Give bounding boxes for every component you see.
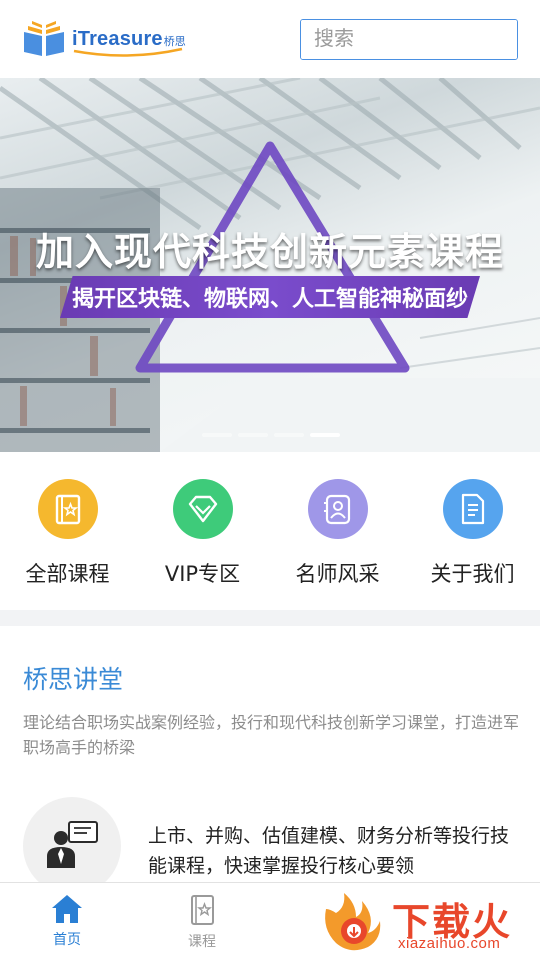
lecture-description: 理论结合职场实战案例经验，投行和现代科技创新学习课堂，打造进军职场高手的桥梁 [23, 713, 520, 757]
quick-nav: 全部课程 VIP专区 名师风采 关于我们 [0, 452, 540, 610]
section-divider [0, 610, 540, 626]
banner-ribbon: 揭开区块链、物联网、人工智能神秘面纱 [60, 276, 480, 318]
nav-about[interactable]: 关于我们 [405, 452, 540, 610]
carousel-dot[interactable] [274, 433, 304, 437]
tab-courses[interactable]: 课程 [167, 893, 237, 951]
nav-all-courses[interactable]: 全部课程 [0, 452, 135, 610]
book-star-icon [37, 479, 98, 539]
teacher-card-icon [307, 479, 368, 539]
app-header: iTreasure桥思 [0, 0, 540, 78]
watermark-url: xiazaihuo.com [398, 935, 501, 952]
carousel-dot[interactable] [238, 433, 268, 437]
search-input[interactable] [301, 20, 517, 59]
document-icon [442, 479, 503, 539]
nav-about-label: 关于我们 [430, 562, 515, 586]
book-logo-icon [24, 21, 64, 56]
search-bar [300, 19, 518, 60]
carousel-dot-active[interactable] [310, 433, 340, 437]
nav-vip[interactable]: VIP专区 [135, 452, 270, 610]
carousel-dot[interactable] [202, 433, 232, 437]
banner-subtitle: 揭开区块链、物联网、人工智能神秘面纱 [71, 287, 468, 312]
itreasure-logo[interactable]: iTreasure桥思 [22, 16, 187, 62]
diamond-icon [172, 479, 233, 539]
nav-teachers[interactable]: 名师风采 [270, 452, 405, 610]
logo-swoosh [73, 47, 183, 57]
course-book-icon [191, 895, 214, 925]
tab-courses-label: 课程 [188, 934, 216, 950]
home-icon [52, 895, 82, 923]
tab-home[interactable]: 首页 [32, 893, 102, 949]
tab-home-label: 首页 [53, 932, 81, 948]
lecture-feature-text: 上市、并购、估值建模、财务分析等投行技能课程，快速掌握投行核心要领 [148, 825, 510, 877]
nav-vip-label: VIP专区 [164, 562, 241, 586]
lecture-feature-item[interactable]: 上市、并购、估值建模、财务分析等投行技能课程，快速掌握投行核心要领 [23, 797, 523, 895]
nav-teachers-label: 名师风采 [295, 562, 380, 586]
xiazaihuo-watermark: 下载火 xiazaihuo.com [318, 889, 534, 955]
nav-all-courses-label: 全部课程 [25, 562, 110, 586]
lecture-section-title: 桥思讲堂 [23, 665, 124, 694]
banner-title: 加入现代科技创新元素课程 [35, 230, 504, 274]
flame-logo-icon [325, 893, 381, 951]
carousel-indicator [202, 433, 340, 437]
presenter-icon [23, 797, 121, 895]
promo-banner[interactable]: 加入现代科技创新元素课程 揭开区块链、物联网、人工智能神秘面纱 [0, 78, 540, 452]
